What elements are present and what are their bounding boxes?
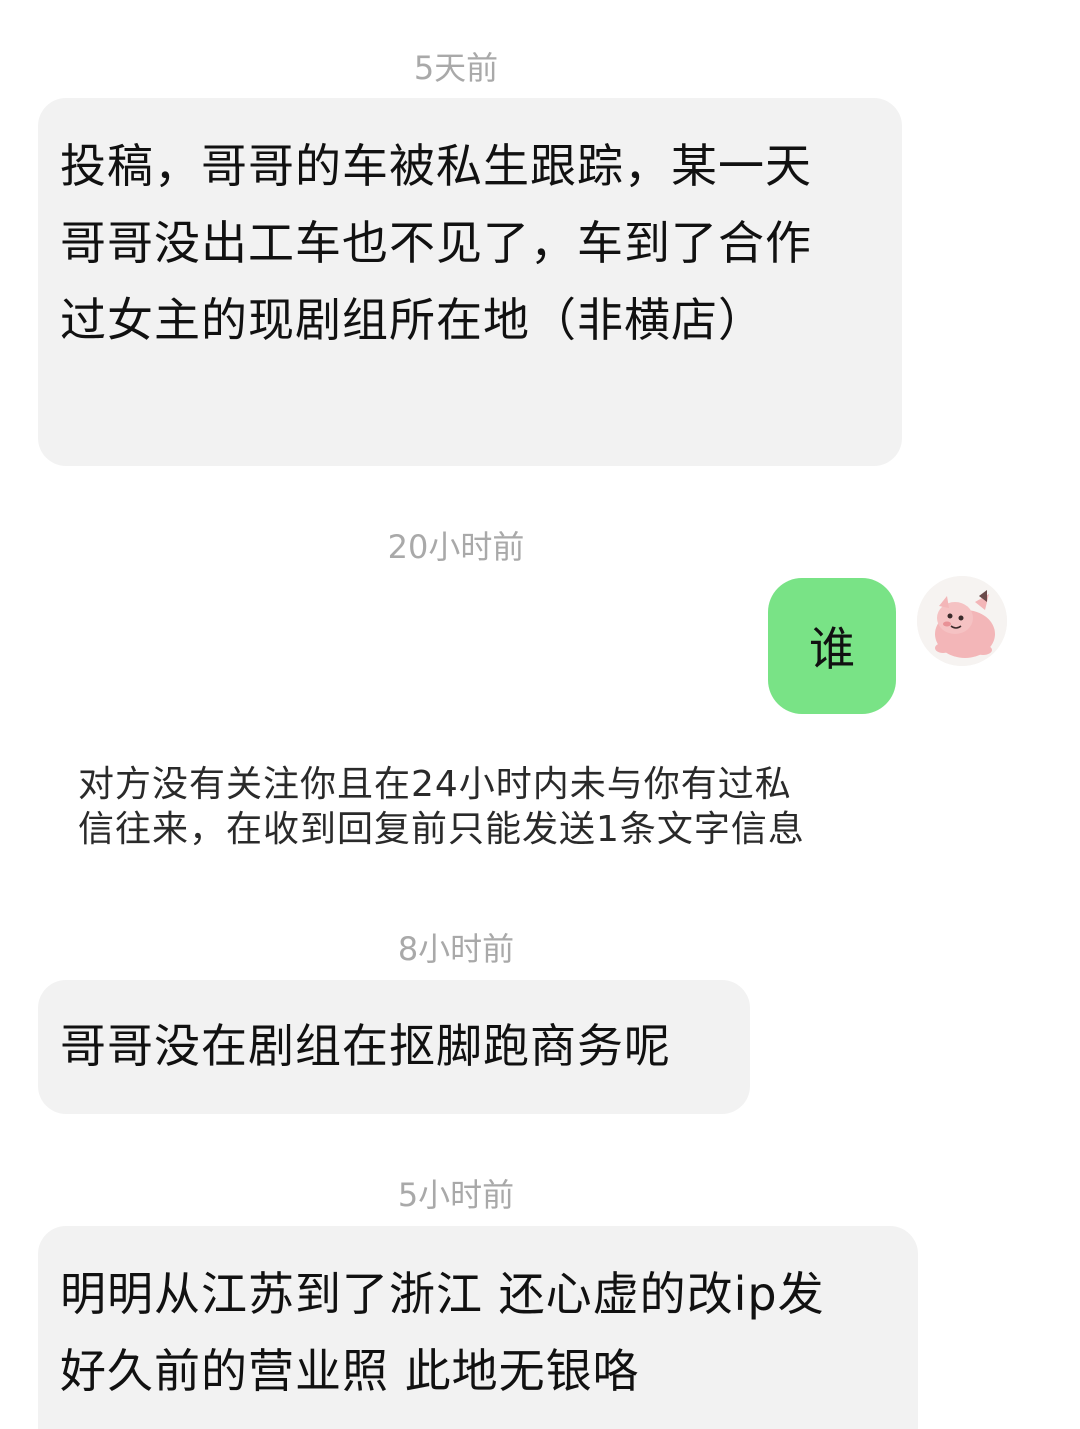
message-line: 哥哥没出工车也不见了，车到了合作	[60, 216, 812, 270]
message-line: 哥哥没在剧组在抠脚跑商务呢	[60, 1019, 671, 1073]
message-line: 投稿，哥哥的车被私生跟踪，某一天	[60, 139, 812, 193]
notice-line: 信往来，在收到回复前只能发送1条文字信息	[78, 809, 805, 850]
message-line: 过女主的现剧组所在地（非横店）	[60, 293, 765, 347]
pink-cartoon-avatar-icon	[917, 576, 1007, 666]
incoming-message-bubble[interactable]: 投稿，哥哥的车被私生跟踪，某一天 哥哥没出工车也不见了，车到了合作 过女主的现剧…	[38, 98, 902, 466]
message-line: 明明从江苏到了浙江 还心虚的改ip发	[60, 1267, 825, 1321]
incoming-message-bubble[interactable]: 明明从江苏到了浙江 还心虚的改ip发 好久前的营业照 此地无银咯	[38, 1226, 918, 1429]
timestamp: 20小时前	[387, 528, 525, 566]
message-line: 好久前的营业照 此地无银咯	[60, 1344, 640, 1398]
message-text: 谁	[809, 622, 855, 676]
incoming-message-bubble[interactable]: 哥哥没在剧组在抠脚跑商务呢	[38, 980, 750, 1114]
timestamp: 5天前	[413, 49, 499, 87]
timestamp: 8小时前	[397, 930, 515, 968]
user-avatar[interactable]	[917, 576, 1007, 666]
outgoing-message-bubble[interactable]: 谁	[768, 578, 896, 714]
system-notice: 对方没有关注你且在24小时内未与你有过私 信往来，在收到回复前只能发送1条文字信…	[78, 762, 878, 852]
notice-line: 对方没有关注你且在24小时内未与你有过私	[78, 764, 792, 805]
timestamp: 5小时前	[397, 1176, 515, 1214]
